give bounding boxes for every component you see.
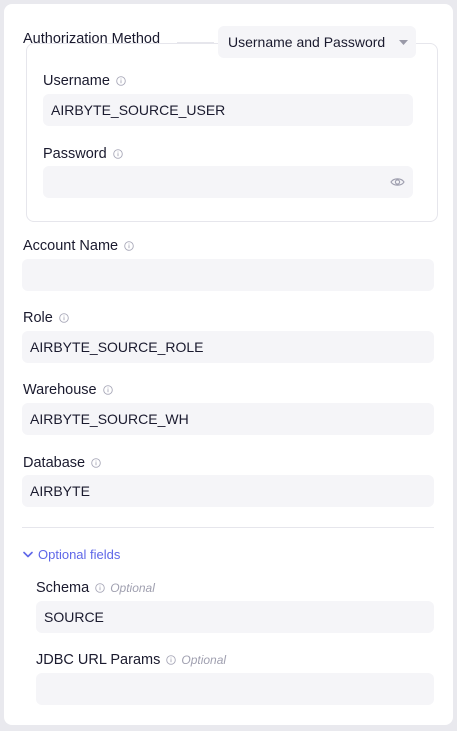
database-label-row: Database	[23, 454, 101, 472]
database-input[interactable]: AIRBYTE	[22, 475, 434, 507]
password-label: Password	[43, 146, 107, 162]
eye-icon[interactable]	[390, 175, 405, 189]
info-icon[interactable]	[112, 149, 123, 159]
username-label-row: Username	[43, 72, 126, 90]
info-icon[interactable]	[59, 313, 69, 323]
optional-fields-label: Optional fields	[38, 546, 121, 562]
jdbc-label: JDBC URL Params	[36, 652, 161, 668]
warehouse-value: AIRBYTE_SOURCE_WH	[30, 411, 189, 427]
optional-tag: Optional	[110, 581, 155, 595]
jdbc-label-row: JDBC URL Params Optional	[36, 651, 226, 669]
info-icon[interactable]	[116, 76, 126, 86]
warehouse-label: Warehouse	[23, 382, 97, 398]
optional-tag: Optional	[181, 653, 227, 667]
schema-label: Schema	[36, 580, 90, 596]
account-name-label-row: Account Name	[23, 237, 134, 255]
caret-down-icon	[399, 40, 408, 45]
section-divider	[22, 527, 434, 528]
role-value: AIRBYTE_SOURCE_ROLE	[30, 339, 204, 355]
password-input[interactable]	[43, 166, 413, 198]
form-card: Authorization Method Username and Passwo…	[4, 4, 453, 725]
username-input[interactable]: AIRBYTE_SOURCE_USER	[43, 94, 413, 126]
auth-method-select[interactable]: Username and Password	[218, 26, 416, 58]
account-name-label: Account Name	[23, 238, 119, 254]
password-label-row: Password	[43, 145, 123, 163]
role-input[interactable]: AIRBYTE_SOURCE_ROLE	[22, 331, 434, 363]
database-label: Database	[23, 455, 86, 471]
info-icon[interactable]	[91, 458, 101, 468]
jdbc-input[interactable]	[36, 673, 434, 705]
auth-method-value: Username and Password	[228, 34, 386, 50]
info-icon[interactable]	[102, 385, 113, 395]
warehouse-label-row: Warehouse	[23, 381, 113, 399]
schema-label-row: Schema Optional	[36, 579, 155, 597]
role-label: Role	[23, 310, 53, 326]
info-icon[interactable]	[124, 241, 134, 251]
account-name-input[interactable]	[22, 259, 434, 291]
info-icon[interactable]	[166, 655, 177, 665]
username-label: Username	[43, 73, 110, 89]
schema-value: SOURCE	[44, 609, 104, 625]
schema-input[interactable]: SOURCE	[36, 601, 434, 633]
optional-fields-toggle[interactable]: Optional fields	[23, 546, 120, 562]
username-value: AIRBYTE_SOURCE_USER	[51, 102, 226, 118]
info-icon[interactable]	[95, 583, 105, 593]
database-value: AIRBYTE	[30, 483, 90, 499]
chevron-down-icon	[23, 551, 33, 558]
warehouse-input[interactable]: AIRBYTE_SOURCE_WH	[22, 403, 434, 435]
role-label-row: Role	[23, 309, 69, 327]
